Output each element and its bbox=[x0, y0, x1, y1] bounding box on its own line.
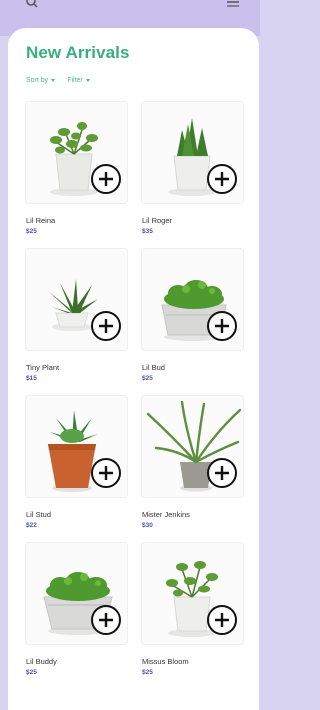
product-card[interactable]: Lil Reina $25 bbox=[25, 101, 128, 242]
product-name: Tiny Plant bbox=[26, 363, 60, 372]
product-image bbox=[25, 395, 128, 498]
product-name: Missus Bloom bbox=[142, 657, 189, 666]
add-to-cart-button[interactable] bbox=[207, 311, 237, 341]
plus-icon bbox=[215, 172, 229, 186]
add-to-cart-button[interactable] bbox=[207, 458, 237, 488]
product-price: $25 bbox=[26, 228, 37, 235]
product-name: Lil Bud bbox=[142, 363, 165, 372]
product-price: $15 bbox=[26, 375, 37, 382]
product-image bbox=[25, 101, 128, 204]
product-grid: Lil Reina $25 Lil Roger $35 Tiny Plant $… bbox=[25, 101, 244, 683]
product-name: Mister Jenkins bbox=[142, 510, 190, 519]
product-image bbox=[141, 395, 244, 498]
product-name: Lil Reina bbox=[26, 216, 56, 225]
product-card[interactable]: Missus Bloom $25 bbox=[141, 542, 244, 683]
plus-icon bbox=[99, 466, 113, 480]
product-price: $25 bbox=[142, 375, 153, 382]
chevron-down-icon bbox=[51, 79, 56, 82]
plus-icon bbox=[215, 319, 229, 333]
product-image bbox=[141, 101, 244, 204]
add-to-cart-button[interactable] bbox=[91, 605, 121, 635]
chevron-down-icon bbox=[85, 79, 90, 82]
product-card[interactable]: Mister Jenkins $30 bbox=[141, 395, 244, 536]
product-price: $22 bbox=[26, 522, 37, 529]
product-card[interactable]: Lil Stud $22 bbox=[25, 395, 128, 536]
search-icon[interactable] bbox=[26, 0, 40, 10]
product-image bbox=[141, 248, 244, 351]
add-to-cart-button[interactable] bbox=[207, 605, 237, 635]
list-controls: Sort by Filter bbox=[26, 77, 90, 84]
sort-dropdown[interactable]: Sort by bbox=[26, 77, 56, 84]
menu-icon[interactable] bbox=[226, 0, 240, 10]
add-to-cart-button[interactable] bbox=[207, 164, 237, 194]
plus-icon bbox=[99, 613, 113, 627]
product-name: Lil Buddy bbox=[26, 657, 57, 666]
product-panel: New Arrivals Sort by Filter Lil Reina $2… bbox=[8, 28, 259, 710]
product-image bbox=[141, 542, 244, 645]
sort-label: Sort by bbox=[26, 77, 49, 84]
plus-icon bbox=[99, 319, 113, 333]
product-price: $30 bbox=[142, 522, 153, 529]
product-price: $25 bbox=[142, 669, 153, 676]
add-to-cart-button[interactable] bbox=[91, 164, 121, 194]
product-card[interactable]: Lil Roger $35 bbox=[141, 101, 244, 242]
product-price: $25 bbox=[26, 669, 37, 676]
filter-label: Filter bbox=[67, 77, 83, 84]
product-card[interactable]: Tiny Plant $15 bbox=[25, 248, 128, 389]
product-image bbox=[25, 542, 128, 645]
plus-icon bbox=[215, 466, 229, 480]
product-card[interactable]: Lil Buddy $25 bbox=[25, 542, 128, 683]
filter-dropdown[interactable]: Filter bbox=[67, 77, 90, 84]
product-image bbox=[25, 248, 128, 351]
add-to-cart-button[interactable] bbox=[91, 458, 121, 488]
add-to-cart-button[interactable] bbox=[91, 311, 121, 341]
product-price: $35 bbox=[142, 228, 153, 235]
plus-icon bbox=[99, 172, 113, 186]
page-title: New Arrivals bbox=[26, 43, 130, 62]
product-card[interactable]: Lil Bud $25 bbox=[141, 248, 244, 389]
plus-icon bbox=[215, 613, 229, 627]
product-name: Lil Stud bbox=[26, 510, 52, 519]
product-name: Lil Roger bbox=[142, 216, 173, 225]
